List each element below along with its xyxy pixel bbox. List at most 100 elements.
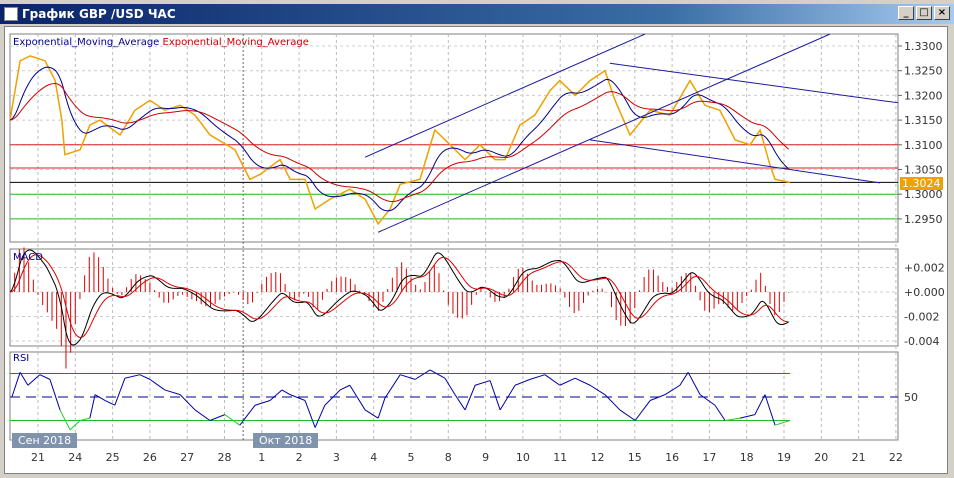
rsi-segment (429, 369, 446, 379)
rsi-segment (464, 385, 476, 411)
x-tick-label: 21 (852, 451, 866, 464)
rsi-label: RSI (13, 353, 30, 364)
rsi-segment (19, 372, 29, 386)
rsi-segment (444, 377, 456, 395)
x-tick-label: 27 (180, 451, 194, 464)
rsi-segment (349, 384, 366, 411)
price-tick-label: 1.3100 (904, 139, 943, 152)
rsi-segment (339, 384, 351, 391)
price-tick-label: 1.3000 (904, 188, 943, 201)
price-tick-label: 1.2950 (904, 213, 943, 226)
rsi-segment (224, 414, 241, 426)
rsi-segment (377, 398, 386, 419)
rsi-segment (139, 374, 151, 380)
rsi-tick-label: 50 (904, 391, 918, 404)
x-tick-label: 4 (370, 451, 377, 464)
x-tick-label: 12 (591, 451, 605, 464)
rsi-segment (699, 394, 716, 406)
rsi-segment (714, 404, 726, 421)
macd-tick-label: +0.002 (904, 262, 945, 275)
rsi-segment (69, 420, 81, 431)
rsi-segment (39, 374, 51, 380)
rsi-segment (384, 374, 401, 399)
rsi-segment (634, 400, 651, 421)
rsi-segment (289, 394, 306, 401)
rsi-segment (314, 405, 326, 428)
x-tick-label: 21 (31, 451, 45, 464)
trend-line (377, 33, 831, 233)
x-tick-label: 1 (258, 451, 265, 464)
legend-ema-fast: Exponential_Moving_Average (13, 37, 160, 48)
x-tick-label: 16 (665, 451, 679, 464)
x-tick-label: 11 (553, 451, 567, 464)
x-tick-label: 3 (333, 451, 340, 464)
rsi-segment (114, 378, 126, 406)
legend: Exponential_Moving_Average Exponential_M… (13, 37, 309, 48)
x-tick-label: 15 (628, 451, 642, 464)
rsi-segment (649, 394, 666, 401)
rsi-segment (679, 372, 689, 386)
rsi-segment (281, 389, 291, 396)
rsi-segment (254, 400, 271, 406)
rsi-segment (94, 394, 106, 401)
trend-line (609, 62, 899, 104)
rsi-segment (529, 374, 546, 380)
x-tick-label: 28 (218, 451, 232, 464)
x-tick-label: 25 (106, 451, 120, 464)
price-tick-label: 1.3200 (904, 89, 943, 102)
macd-panel-frame (9, 248, 899, 347)
x-tick-label: 9 (482, 451, 489, 464)
month-label-oct: Окт 2018 (253, 433, 319, 448)
rsi-segment (194, 409, 211, 421)
macd-label: MACD (13, 252, 43, 263)
price-tick-label: 1.3250 (904, 65, 943, 78)
month-label-sep: Сен 2018 (12, 433, 78, 448)
x-tick-label: 22 (889, 451, 903, 464)
x-tick-label: 17 (702, 451, 716, 464)
trend-line (589, 139, 880, 184)
rsi-segment (104, 400, 116, 406)
rsi-segment (544, 374, 561, 386)
x-tick-label: 20 (814, 451, 828, 464)
x-tick-label: 10 (516, 451, 530, 464)
x-tick-label: 26 (143, 451, 157, 464)
macd-tick-label: -0.002 (904, 311, 939, 324)
x-tick-label: 5 (408, 451, 415, 464)
rsi-segment (687, 372, 701, 395)
rsi-segment (149, 378, 166, 391)
rsi-segment (414, 369, 431, 380)
rsi-segment (499, 384, 516, 411)
macd-tick-label: +0.000 (904, 286, 945, 299)
rsi-segment (164, 389, 181, 396)
rsi-segment (400, 374, 416, 380)
rsi-segment (239, 404, 256, 426)
rsi-segment (269, 389, 283, 401)
rsi-segment (89, 394, 96, 419)
rsi-segment (664, 384, 681, 396)
legend-ema-slow: Exponential_Moving_Average (162, 37, 309, 48)
price-series (9, 55, 791, 226)
rsi-segment (49, 379, 61, 411)
rsi-segment (364, 409, 379, 419)
rsi-segment (589, 384, 606, 396)
x-tick-label: 24 (68, 451, 82, 464)
x-tick-label: 2 (296, 451, 303, 464)
rsi-segment (774, 420, 791, 426)
x-tick-label: 8 (445, 451, 452, 464)
rsi-segment (209, 414, 226, 421)
rsi-segment (475, 380, 491, 386)
rsi-segment (124, 374, 140, 379)
rsi-segment (324, 389, 341, 406)
price-panel-frame (9, 33, 899, 243)
rsi-segment (604, 394, 621, 411)
rsi-segment (754, 394, 766, 415)
x-tick-label: 18 (740, 451, 754, 464)
current-price-tag: 1.3024 (900, 177, 943, 190)
price-tick-label: 1.3050 (904, 164, 943, 177)
rsi-segment (574, 377, 591, 386)
price-chart[interactable]: 21 24 25 26 27 28 1 2 3 4 5 8 9 10 11 12 15 16 17 18 19 20 21 2… (0, 0, 954, 478)
macd-tick-label: -0.004 (904, 335, 939, 348)
price-tick-label: 1.3300 (904, 40, 943, 53)
rsi-segment (739, 414, 756, 419)
price-tick-label: 1.3150 (904, 114, 943, 127)
